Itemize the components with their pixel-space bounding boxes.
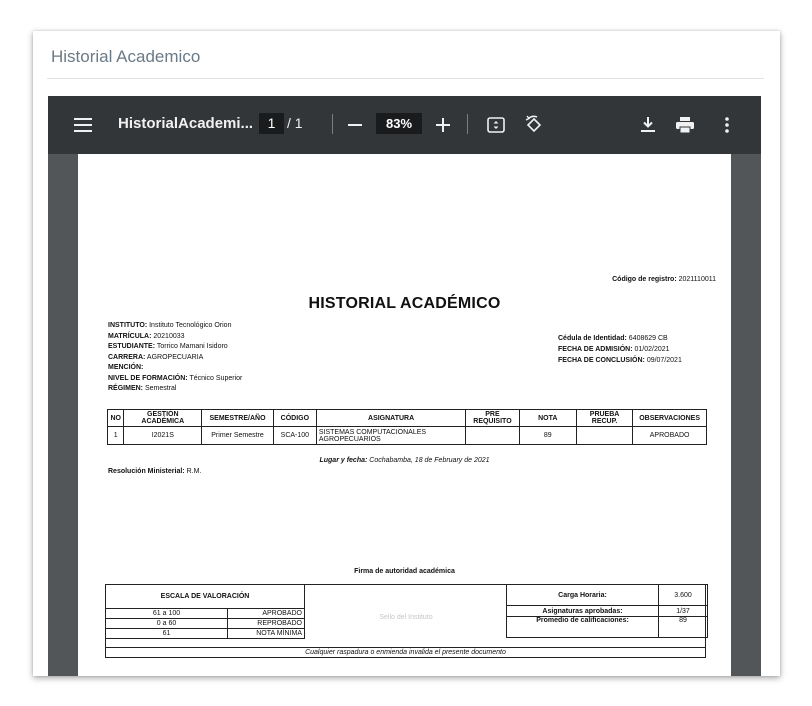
stat-value: 3.600: [658, 584, 708, 606]
registro-line: Código de registro: 2021110011: [612, 276, 716, 283]
table-header-row: NO GESTIÓN ACADÉMICA SEMESTRE/AÑO CÓDIGO…: [106, 409, 707, 427]
pdf-viewer[interactable]: HistorialAcademi... 1 / 1 83% Código de …: [48, 96, 761, 676]
zoom-in-icon[interactable]: [432, 114, 454, 136]
escala-title: ESCALA DE VALORACIÓN: [105, 584, 305, 609]
resolucion-ministerial: Resolución Ministerial: R.M.: [108, 468, 202, 475]
col-header: SEMESTRE/AÑO: [201, 409, 274, 427]
info-row: CARRERA: AGROPECUARIA: [108, 353, 204, 361]
pdf-page: Código de registro: 2021110011 HISTORIAL…: [78, 154, 731, 676]
zoom-level-input[interactable]: 83%: [376, 113, 422, 134]
zoom-out-icon[interactable]: [344, 114, 366, 136]
table-cell: 61: [105, 628, 228, 639]
col-header: NOTA: [518, 409, 577, 427]
info-row: NIVEL DE FORMACIÓN: Técnico Superior: [108, 374, 243, 382]
col-header: ASIGNATURA: [315, 409, 467, 427]
grades-table: NO GESTIÓN ACADÉMICA SEMESTRE/AÑO CÓDIGO…: [106, 409, 707, 445]
table-cell: [575, 426, 634, 445]
col-header: NO: [106, 409, 125, 427]
table-cell: NOTA MÍNIMA: [227, 628, 305, 639]
fit-page-icon[interactable]: [485, 114, 507, 136]
stat-value: 1/37: [658, 605, 708, 617]
table-row: Carga Horaria: 3.600: [506, 584, 708, 606]
table-cell: Primer Semestre: [201, 426, 274, 445]
sello-placeholder: Sello del Instituto: [379, 614, 433, 621]
info-row: Cédula de Identidad: 6408629 CB: [558, 335, 668, 342]
table-cell: 1: [106, 426, 125, 445]
card-divider: [47, 78, 764, 79]
table-cell: [465, 426, 520, 445]
info-row: MATRÍCULA: 20210033: [108, 332, 185, 340]
info-row: RÉGIMEN: Semestral: [108, 385, 177, 392]
firma-label: Firma de autoridad académica: [354, 568, 455, 575]
table-row: Promedio de calificaciones: 89: [506, 616, 708, 638]
document-title: HistorialAcademi...: [118, 115, 254, 132]
info-row: FECHA DE CONCLUSIÓN: 09/07/2021: [558, 357, 682, 364]
table-cell: SISTEMAS COMPUTACIONALES AGROPECUARIOS: [315, 426, 467, 445]
bottom-box: ESCALA DE VALORACIÓN 61 a 100 APROBADO 0…: [105, 584, 708, 658]
table-row: Asignaturas aprobadas: 1/37: [506, 605, 708, 617]
col-header: PRUEBA RECUP.: [575, 409, 634, 427]
page-total: / 1: [287, 115, 303, 131]
table-row: 0 a 60 REPROBADO: [105, 618, 305, 629]
stat-label: Carga Horaria:: [506, 584, 659, 606]
card-title: Historial Academico: [51, 47, 201, 66]
pdf-toolbar: HistorialAcademi... 1 / 1 83%: [48, 96, 761, 154]
page-number-input[interactable]: 1: [259, 113, 284, 134]
stat-label: Promedio de calificaciones:: [506, 616, 659, 638]
table-row: 61 a 100 APROBADO: [105, 608, 305, 619]
table-cell: REPROBADO: [227, 618, 305, 629]
info-row: ESTUDIANTE: Torrico Mamani Isidoro: [108, 343, 228, 350]
table-cell: 89: [518, 426, 577, 445]
toolbar-divider: [332, 114, 333, 134]
stats-table: Carga Horaria: 3.600 Asignaturas aprobad…: [506, 584, 708, 638]
col-header: GESTIÓN ACADÉMICA: [123, 409, 203, 427]
footer-note: Cualquier raspadura o enmienda invalida …: [105, 647, 706, 658]
more-vert-icon[interactable]: [715, 113, 739, 137]
col-header: PRE REQUISITO: [465, 409, 520, 427]
escala-header-row: ESCALA DE VALORACIÓN: [105, 584, 305, 609]
student-info: INSTITUTO: Instituto Tecnológico Orion M…: [108, 321, 242, 395]
escala-table: ESCALA DE VALORACIÓN 61 a 100 APROBADO 0…: [105, 584, 305, 639]
col-header: CÓDIGO: [272, 409, 317, 427]
rotate-icon[interactable]: [522, 113, 546, 137]
table-row: 61 NOTA MÍNIMA: [105, 628, 305, 639]
table-cell: 61 a 100: [105, 608, 228, 619]
table-cell: APROBADO: [227, 608, 305, 619]
table-cell: APROBADO: [632, 426, 707, 445]
historial-card: Historial Academico HistorialAcademi... …: [33, 31, 780, 676]
table-row: 1 I2021S Primer Semestre SCA-100 SISTEMA…: [106, 426, 707, 445]
dates-info: Cédula de Identidad: 6408629 CB FECHA DE…: [558, 333, 682, 366]
print-icon[interactable]: [673, 113, 697, 137]
table-cell: 0 a 60: [105, 618, 228, 629]
menu-icon[interactable]: [72, 114, 94, 136]
document-heading: HISTORIAL ACADÉMICO: [308, 295, 501, 312]
stat-label: Asignaturas aprobadas:: [506, 605, 659, 617]
download-icon[interactable]: [636, 113, 660, 137]
info-row: MENCIÓN:: [108, 364, 144, 371]
col-header: OBSERVACIONES: [632, 409, 707, 427]
toolbar-divider: [467, 114, 468, 134]
table-cell: I2021S: [123, 426, 203, 445]
table-cell: SCA-100: [272, 426, 317, 445]
info-row: INSTITUTO: Instituto Tecnológico Orion: [108, 322, 232, 329]
lugar-fecha: Lugar y fecha: Cochabamba, 18 de Februar…: [319, 457, 490, 464]
stat-value: 89: [658, 616, 708, 638]
info-row: FECHA DE ADMISIÓN: 01/02/2021: [558, 346, 670, 353]
